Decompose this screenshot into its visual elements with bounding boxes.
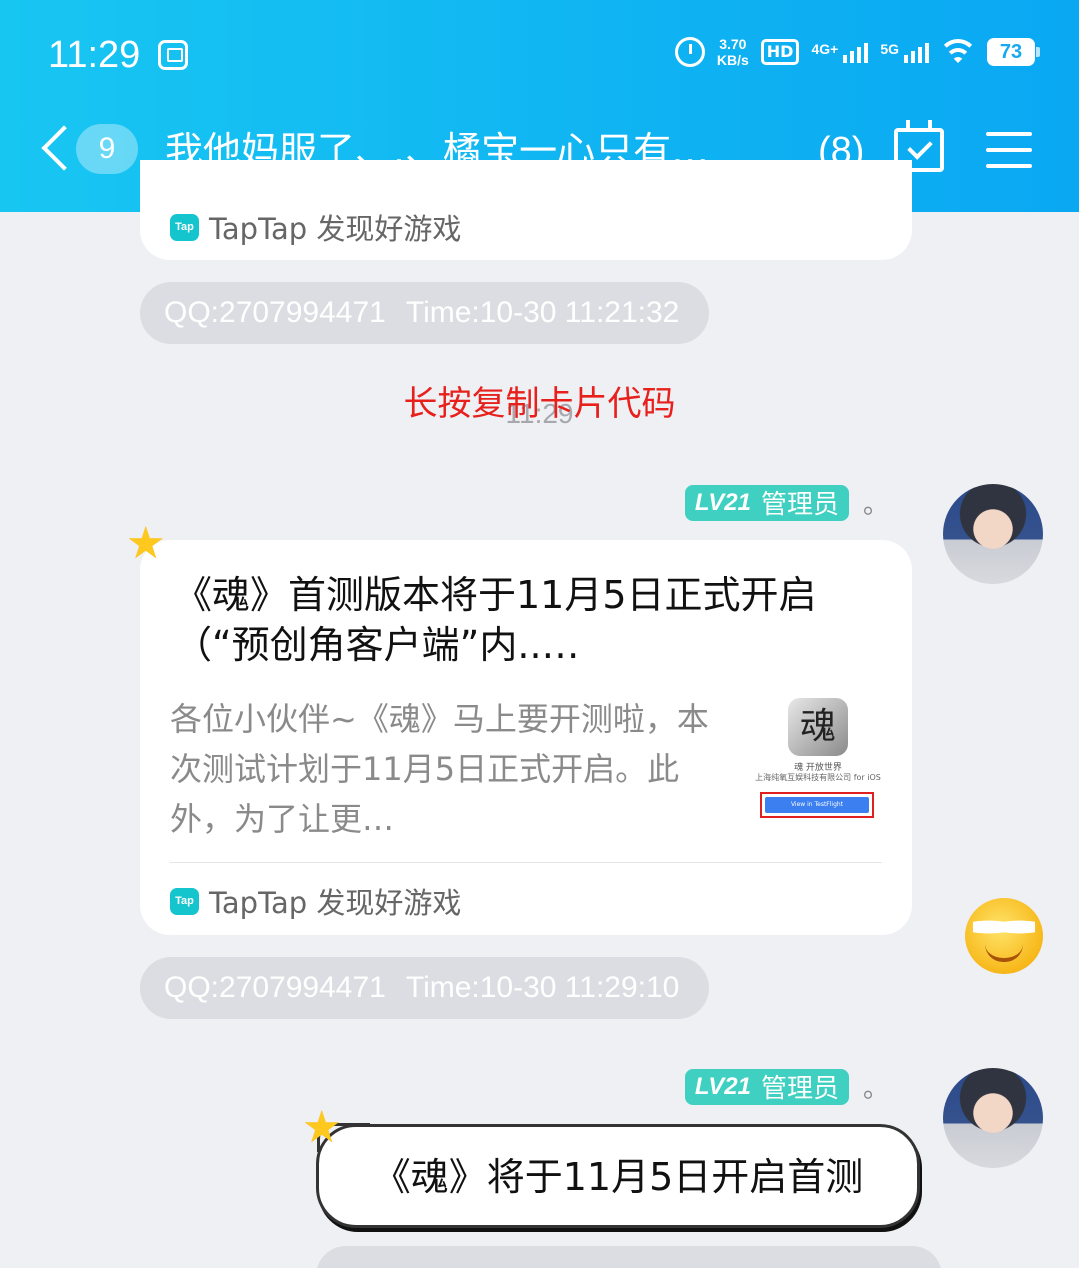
taptap-logo-icon: Tap [170, 887, 199, 915]
status-time: 11:29 [48, 34, 141, 76]
message-meta-pill: QQ:2707994471 Time:10-30 11:29:10 [140, 957, 710, 1019]
avatar[interactable] [943, 484, 1043, 584]
sender-info: LV21 管理员 。 [684, 1068, 889, 1105]
game-app-icon: 魂 [788, 698, 848, 756]
card-description: 各位小伙伴~《魂》马上要开测啦，本次测试计划于11月5日正式开启。此外，为了让更… [170, 700, 709, 838]
card-source: Tap TapTap 发现好游戏 [170, 880, 461, 922]
network-speed: 3.70 KB/s [716, 36, 749, 68]
star-icon: ★ [302, 1102, 342, 1153]
battery-icon: 73 [987, 38, 1040, 66]
avatar[interactable] [943, 1068, 1043, 1168]
card-source: Tap TapTap 发现好游戏 [170, 206, 461, 248]
unread-count-badge[interactable]: 9 [76, 124, 138, 174]
signal-sim2-icon: 5G [880, 41, 929, 63]
share-card-taptap[interactable]: 《魂》首测版本将于11月5日正式开启（“预创角客户端”内..… 各位小伙伴~《魂… [140, 540, 912, 935]
level-role-badge: LV21 管理员 [684, 484, 849, 521]
share-card-prev[interactable]: Tap TapTap 发现好游戏 [140, 160, 912, 260]
taptap-logo-icon: Tap [170, 213, 199, 241]
sender-name: 。 [862, 490, 889, 520]
message-meta-pill-partial [316, 1246, 942, 1268]
card-title: 《魂》首测版本将于11月5日正式开启（“预创角客户端”内..… [174, 573, 817, 667]
copy-card-code-notice: 长按复制卡片代码 [403, 384, 676, 424]
hd-voice-icon: HD [760, 39, 800, 65]
notification-app-icon [158, 40, 188, 70]
message-bubble[interactable]: 《魂》将于11月5日开启首测 [316, 1123, 920, 1228]
menu-icon[interactable] [986, 130, 1032, 170]
card-thumbnail: 魂 魂 开放世界 上海纯氧互娱科技有限公司 for iOS View in Te… [750, 694, 886, 824]
level-role-badge: LV21 管理员 [684, 1068, 849, 1105]
signal-sim1-icon: 4G+ [811, 41, 869, 63]
star-icon: ★ [126, 518, 166, 569]
alarm-icon [674, 37, 705, 67]
wifi-icon [941, 39, 975, 65]
message-meta-pill: QQ:2707994471 Time:10-30 11:21:32 [140, 282, 710, 344]
sender-name: 。 [862, 1074, 889, 1104]
sender-info: LV21 管理员 。 [684, 484, 889, 521]
status-indicators: 3.70 KB/s HD 4G+ 5G 73 [674, 36, 1040, 68]
card-divider [170, 862, 882, 863]
back-arrow-icon[interactable] [44, 126, 70, 170]
testflight-button: View in TestFlight [760, 792, 874, 818]
smiley-emoji-icon[interactable] [965, 898, 1043, 974]
